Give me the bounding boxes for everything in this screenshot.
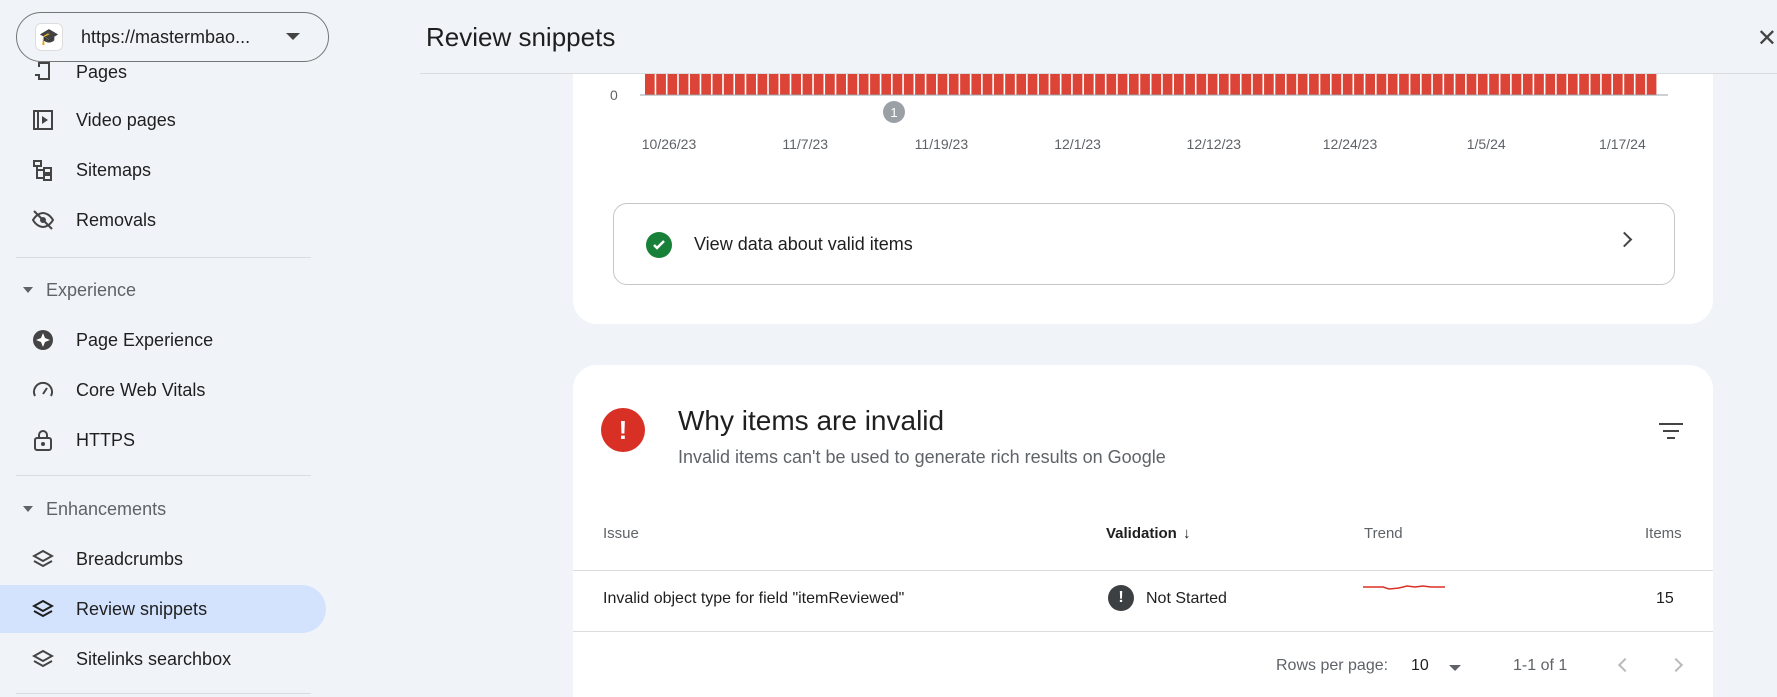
valid-items-link[interactable]: View data about valid items [613,203,1675,285]
filter-icon[interactable] [1659,421,1683,441]
page-title: Review snippets [426,22,616,52]
video-pages-icon [31,108,55,132]
trend-sparkline [1363,585,1445,590]
card-subtitle: Invalid items can't be used to generate … [678,447,1166,467]
lock-icon [31,428,55,452]
chevron-right-icon[interactable] [1668,657,1684,673]
column-header-trend: Trend [1364,525,1403,542]
header: Review snippets ✕ [420,0,1777,74]
x-tick-label: 11/19/23 [915,136,969,152]
divider [16,475,311,476]
sidebar-item-label: Removals [76,209,157,230]
x-tick-label: 1/17/24 [1599,136,1646,152]
chevron-down-icon[interactable] [286,33,300,40]
sidebar: 🎓 https://mastermbao... Pages Video page… [0,0,340,697]
sidebar-item-label: Breadcrumbs [76,548,184,569]
property-url: https://mastermbao... [81,26,251,47]
sort-arrow-icon[interactable]: ↓ [1183,525,1191,542]
not-started-icon: ! [1108,585,1134,611]
page-experience-icon [31,328,55,352]
close-icon[interactable]: ✕ [1757,24,1777,53]
divider [573,631,1713,632]
pages-icon [31,60,55,84]
sidebar-item-https[interactable]: HTTPS [0,416,326,464]
column-header-items[interactable]: Items [1645,525,1682,542]
sidebar-item-core-web-vitals[interactable]: Core Web Vitals [0,366,326,414]
section-title: Enhancements [46,498,167,519]
core-web-vitals-icon [31,378,55,402]
property-favicon: 🎓 [35,23,63,51]
x-tick-label: 12/24/23 [1323,136,1378,152]
sidebar-item-label: Review snippets [76,598,208,619]
x-tick-label: 1/5/24 [1467,136,1506,152]
x-tick-label: 12/1/23 [1054,136,1101,152]
sidebar-item-label: HTTPS [76,429,136,450]
x-tick-label: 11/7/23 [782,136,828,152]
caret-down-icon [23,506,33,512]
sidebar-item-label: Video pages [76,109,176,130]
chevron-left-icon[interactable] [1617,657,1633,673]
layers-icon [31,547,55,571]
sidebar-item-breadcrumbs[interactable]: Breadcrumbs [0,535,326,583]
valid-items-label: View data about valid items [694,234,913,254]
sidebar-item-video-pages[interactable]: Video pages [0,96,326,144]
issue-cell: Invalid object type for field "itemRevie… [603,590,905,607]
divider [16,257,311,258]
rows-per-page-select[interactable]: 10 [1411,657,1429,675]
page-range: 1-1 of 1 [1513,657,1568,674]
property-selector[interactable]: 🎓 https://mastermbao... [16,12,329,62]
sidebar-item-sitelinks-searchbox[interactable]: Sitelinks searchbox [0,635,326,683]
items-cell: 15 [1656,590,1674,607]
chevron-down-icon[interactable] [1449,665,1461,671]
y-tick-label: 0 [610,87,618,103]
sidebar-item-page-experience[interactable]: Page Experience [0,316,326,364]
divider [16,693,311,694]
removals-icon [31,208,55,232]
error-icon: ! [601,408,645,452]
divider [573,570,1713,571]
sidebar-item-review-snippets[interactable]: Review snippets [0,585,326,633]
sidebar-item-label: Core Web Vitals [76,379,206,400]
layers-icon [31,647,55,671]
x-tick-label: 12/12/23 [1187,136,1242,152]
sidebar-item-label: Page Experience [76,329,214,350]
check-circle-icon [646,232,672,258]
sidebar-item-label: Sitelinks searchbox [76,648,232,669]
section-title: Experience [46,279,137,300]
caret-down-icon [23,287,33,293]
validation-cell: Not Started [1146,590,1227,607]
chart: 0 10/26/23 11/7/23 11/19/23 12/1/23 12/12/23… [610,60,1668,152]
sidebar-item-sitemaps[interactable]: Sitemaps [0,146,326,194]
invalid-items-card: ! Why items are invalid Invalid items ca… [573,365,1713,697]
x-tick-label: 10/26/23 [642,136,697,152]
layers-icon [31,597,55,621]
column-header-validation[interactable]: Validation [1106,525,1177,542]
annotation-label: 1 [890,105,897,120]
sidebar-item-label: Pages [76,61,128,82]
sidebar-item-label: Sitemaps [76,159,152,180]
sitemaps-icon [31,158,55,182]
card-title: Why items are invalid [678,405,945,436]
sidebar-item-removals[interactable]: Removals [0,196,326,244]
chevron-right-icon [1616,231,1633,248]
section-enhancements[interactable]: Enhancements [0,489,320,529]
section-experience[interactable]: Experience [0,270,320,310]
rows-per-page-label: Rows per page: [1276,657,1389,674]
column-header-issue[interactable]: Issue [603,525,639,542]
